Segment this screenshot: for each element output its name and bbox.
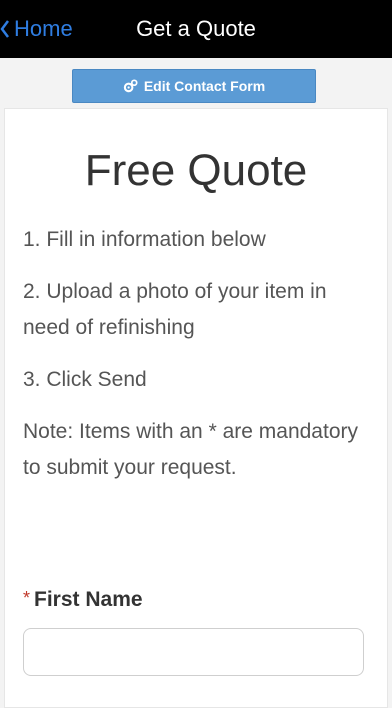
form-heading: Free Quote xyxy=(84,146,308,195)
first-name-label: * First Name xyxy=(23,588,143,612)
page-title: Get a Quote xyxy=(136,16,256,41)
edit-contact-form-label: Edit Contact Form xyxy=(143,78,266,94)
form-card xyxy=(4,108,388,708)
instruction-step-3: 3. Click Send xyxy=(23,368,147,391)
first-name-label-text: First Name xyxy=(34,588,143,611)
gears-icon xyxy=(123,78,138,92)
first-name-input[interactable] xyxy=(23,628,364,676)
top-navbar: Home Get a Quote xyxy=(0,0,392,58)
required-marker: * xyxy=(23,588,31,608)
required-note: Note: Items with an * are mandatory to s… xyxy=(23,420,358,479)
instruction-step-2: 2. Upload a photo of your item in need o… xyxy=(23,280,327,339)
instruction-step-1: 1. Fill in information below xyxy=(23,228,266,251)
edit-contact-form-button[interactable]: Edit Contact Form xyxy=(72,69,316,103)
